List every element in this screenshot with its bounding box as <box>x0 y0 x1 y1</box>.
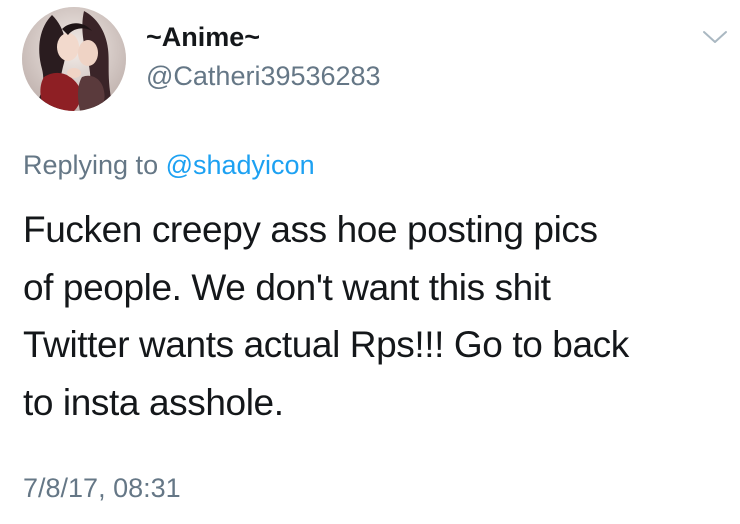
reply-mention-link[interactable]: @shadyicon <box>166 150 315 180</box>
display-name[interactable]: ~Anime~ <box>146 21 260 53</box>
replying-to: Replying to @shadyicon <box>23 149 315 181</box>
anime-avatar-icon <box>22 7 126 111</box>
user-handle[interactable]: @Catheri39536283 <box>146 60 381 92</box>
tweet-text-line: Fucken creepy ass hoe posting pics <box>23 209 598 250</box>
tweet-text-line: to insta asshole. <box>23 381 284 423</box>
replying-to-label: Replying to <box>23 150 166 180</box>
tweet-card: ~Anime~ @Catheri39536283 Replying to @sh… <box>0 0 740 524</box>
tweet-timestamp[interactable]: 7/8/17, 08:31 <box>23 472 181 504</box>
avatar[interactable] <box>22 7 126 111</box>
tweet-text-line: Twitter wants actual Rps!!! Go to back <box>23 324 629 365</box>
chevron-down-icon[interactable] <box>702 29 728 45</box>
tweet-text-line: of people. We don't want this shit <box>23 266 551 308</box>
tweet-text: Fucken creepy ass hoe posting pics of pe… <box>23 201 728 431</box>
